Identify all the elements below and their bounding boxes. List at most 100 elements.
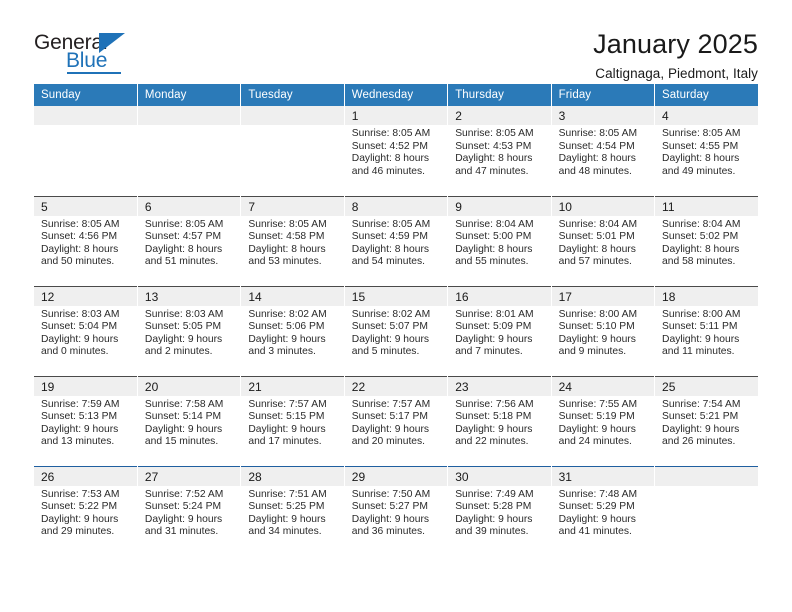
calendar-day-cell[interactable]: 19 Sunrise: 7:59 AM Sunset: 5:13 PM Dayligh…: [34, 375, 138, 466]
sunset-text: Sunset: 5:25 PM: [248, 501, 325, 513]
calendar-day-cell[interactable]: 17 Sunrise: 8:00 AM Sunset: 5:10 PM Dayligh…: [551, 285, 656, 376]
sunset-text: Sunset: 5:04 PM: [41, 321, 118, 333]
calendar-day-cell[interactable]: 11 Sunrise: 8:04 AM Sunset: 5:02 PM Dayligh…: [654, 195, 758, 286]
calendar-day-cell[interactable]: 3 Sunrise: 8:05 AM Sunset: 4:54 PM Daylight…: [551, 106, 656, 196]
day-number: 1: [344, 106, 448, 125]
day-number: 31: [551, 466, 655, 486]
calendar-day-cell[interactable]: 25 Sunrise: 7:54 AM Sunset: 5:21 PM Dayligh…: [654, 375, 758, 466]
sunrise-text: Sunrise: 7:50 AM: [351, 488, 431, 500]
sunset-text: Sunset: 5:01 PM: [558, 231, 635, 243]
daylight-text-line2: and 53 minutes.: [248, 256, 322, 268]
daylight-text-line1: Daylight: 9 hours: [144, 513, 223, 525]
daylight-text-line2: and 13 minutes.: [41, 436, 115, 448]
calendar-day-cell[interactable]: 12 Sunrise: 8:03 AM Sunset: 5:04 PM Dayligh…: [34, 285, 138, 376]
daylight-text-line1: Daylight: 8 hours: [662, 243, 740, 255]
weekday-header-sunday: Sunday: [34, 84, 138, 106]
sunrise-text: Sunrise: 8:02 AM: [351, 308, 431, 320]
calendar-day-cell[interactable]: 20 Sunrise: 7:58 AM Sunset: 5:14 PM Dayligh…: [137, 375, 242, 466]
day-details: Sunrise: 8:05 AM Sunset: 4:53 PM Daylight:…: [448, 125, 550, 178]
sunrise-text: Sunrise: 7:51 AM: [248, 488, 327, 500]
calendar-day-cell[interactable]: 9 Sunrise: 8:04 AM Sunset: 5:00 PM Daylight…: [447, 195, 552, 286]
daylight-text-line1: Daylight: 9 hours: [662, 423, 740, 435]
calendar-day-cell[interactable]: 30 Sunrise: 7:49 AM Sunset: 5:28 PM Dayligh…: [447, 465, 552, 556]
calendar-day-cell[interactable]: 22 Sunrise: 7:57 AM Sunset: 5:17 PM Dayligh…: [344, 375, 449, 466]
calendar-page: General Blue January 2025 Caltignaga, Pi…: [0, 0, 792, 612]
sunset-text: Sunset: 5:07 PM: [351, 321, 428, 333]
calendar-day-cell[interactable]: 29 Sunrise: 7:50 AM Sunset: 5:27 PM Dayligh…: [344, 465, 449, 556]
calendar-day-cell-empty: [34, 106, 138, 196]
calendar-day-cell[interactable]: 21 Sunrise: 7:57 AM Sunset: 5:15 PM Dayligh…: [240, 375, 345, 466]
daylight-text-line1: Daylight: 8 hours: [455, 243, 533, 255]
sunrise-text: Sunrise: 8:05 AM: [351, 128, 431, 139]
day-details: Sunrise: 8:00 AM Sunset: 5:10 PM Daylight:…: [552, 306, 654, 359]
daylight-text-line1: Daylight: 9 hours: [248, 333, 326, 345]
day-number: 27: [137, 466, 241, 486]
sunrise-text: Sunrise: 7:54 AM: [662, 398, 741, 410]
daylight-text-line2: and 39 minutes.: [455, 526, 529, 538]
sunset-text: Sunset: 5:22 PM: [41, 501, 118, 513]
calendar-day-cell[interactable]: 7 Sunrise: 8:05 AM Sunset: 4:58 PM Daylight…: [240, 195, 345, 286]
daylight-text-line2: and 31 minutes.: [144, 526, 219, 538]
daylight-text-line2: and 57 minutes.: [558, 256, 632, 268]
daylight-text-line2: and 24 minutes.: [558, 436, 632, 448]
calendar-day-cell[interactable]: 6 Sunrise: 8:05 AM Sunset: 4:57 PM Daylight…: [137, 195, 242, 286]
day-details: Sunrise: 7:51 AM Sunset: 5:25 PM Daylight:…: [241, 486, 343, 539]
daylight-text-line2: and 55 minutes.: [455, 256, 529, 268]
daylight-text-line1: Daylight: 9 hours: [558, 333, 636, 345]
day-number: 23: [448, 376, 551, 396]
daylight-text-line2: and 2 minutes.: [144, 346, 213, 358]
calendar-day-cell[interactable]: 8 Sunrise: 8:05 AM Sunset: 4:59 PM Daylight…: [344, 195, 449, 286]
calendar-day-cell[interactable]: 16 Sunrise: 8:01 AM Sunset: 5:09 PM Dayligh…: [447, 285, 552, 376]
day-details: Sunrise: 7:52 AM Sunset: 5:24 PM Daylight:…: [138, 486, 240, 539]
calendar-day-cell[interactable]: 14 Sunrise: 8:02 AM Sunset: 5:06 PM Dayligh…: [240, 285, 345, 376]
sunrise-text: Sunrise: 8:04 AM: [455, 218, 534, 230]
sunset-text: Sunset: 5:17 PM: [351, 411, 428, 423]
day-number: 14: [241, 286, 344, 306]
calendar-day-cell[interactable]: 4 Sunrise: 8:05 AM Sunset: 4:55 PM Daylight…: [654, 106, 758, 196]
calendar-day-cell[interactable]: 23 Sunrise: 7:56 AM Sunset: 5:18 PM Dayligh…: [447, 375, 552, 466]
day-details: [655, 486, 758, 489]
daylight-text-line1: Daylight: 8 hours: [662, 153, 740, 165]
sunset-text: Sunset: 5:18 PM: [455, 411, 532, 423]
calendar-day-cell[interactable]: 2 Sunrise: 8:05 AM Sunset: 4:53 PM Daylight…: [447, 106, 552, 196]
daylight-text-line1: Daylight: 9 hours: [144, 423, 223, 435]
sunset-text: Sunset: 5:05 PM: [144, 321, 222, 333]
day-details: Sunrise: 8:05 AM Sunset: 4:56 PM Daylight:…: [34, 216, 137, 269]
daylight-text-line1: Daylight: 9 hours: [351, 423, 430, 435]
sunset-text: Sunset: 5:11 PM: [662, 321, 738, 333]
day-details: [138, 125, 240, 128]
day-number: 29: [344, 466, 448, 486]
day-number: 3: [551, 106, 655, 125]
calendar-day-cell[interactable]: 26 Sunrise: 7:53 AM Sunset: 5:22 PM Dayligh…: [34, 465, 138, 556]
sunrise-text: Sunrise: 8:05 AM: [41, 218, 120, 230]
calendar-day-cell[interactable]: 13 Sunrise: 8:03 AM Sunset: 5:05 PM Dayligh…: [137, 285, 242, 376]
daylight-text-line1: Daylight: 9 hours: [248, 513, 326, 525]
calendar-day-cell[interactable]: 1 Sunrise: 8:05 AM Sunset: 4:52 PM Daylight…: [344, 106, 449, 196]
daylight-text-line2: and 15 minutes.: [144, 436, 219, 448]
sunrise-text: Sunrise: 8:03 AM: [144, 308, 224, 320]
sunset-text: Sunset: 4:54 PM: [558, 140, 635, 152]
calendar-day-cell[interactable]: 10 Sunrise: 8:04 AM Sunset: 5:01 PM Dayligh…: [551, 195, 656, 286]
calendar-week-row: 12 Sunrise: 8:03 AM Sunset: 5:04 PM Dayligh…: [34, 285, 758, 376]
day-details: Sunrise: 7:55 AM Sunset: 5:19 PM Daylight:…: [552, 396, 654, 449]
calendar-day-cell[interactable]: 15 Sunrise: 8:02 AM Sunset: 5:07 PM Dayligh…: [344, 285, 449, 376]
sunset-text: Sunset: 5:09 PM: [455, 321, 532, 333]
calendar-day-cell[interactable]: 28 Sunrise: 7:51 AM Sunset: 5:25 PM Dayligh…: [240, 465, 345, 556]
sunset-text: Sunset: 4:58 PM: [248, 231, 325, 243]
sunset-text: Sunset: 5:10 PM: [558, 321, 635, 333]
daylight-text-line1: Daylight: 8 hours: [351, 153, 430, 165]
calendar-day-cell[interactable]: 27 Sunrise: 7:52 AM Sunset: 5:24 PM Dayligh…: [137, 465, 242, 556]
daylight-text-line1: Daylight: 8 hours: [455, 153, 533, 165]
day-details: Sunrise: 8:05 AM Sunset: 4:57 PM Daylight:…: [138, 216, 240, 269]
sunrise-text: Sunrise: 7:59 AM: [41, 398, 120, 410]
daylight-text-line2: and 46 minutes.: [351, 165, 426, 177]
sunset-text: Sunset: 5:21 PM: [662, 411, 739, 423]
calendar-day-cell[interactable]: 31 Sunrise: 7:48 AM Sunset: 5:29 PM Dayligh…: [551, 465, 656, 556]
calendar-day-cell[interactable]: 24 Sunrise: 7:55 AM Sunset: 5:19 PM Dayligh…: [551, 375, 656, 466]
daylight-text-line1: Daylight: 9 hours: [248, 423, 326, 435]
daylight-text-line1: Daylight: 8 hours: [248, 243, 326, 255]
calendar-day-cell[interactable]: 5 Sunrise: 8:05 AM Sunset: 4:56 PM Daylight…: [34, 195, 138, 286]
daylight-text-line1: Daylight: 9 hours: [144, 333, 223, 345]
sunset-text: Sunset: 5:28 PM: [455, 501, 532, 513]
calendar-day-cell[interactable]: 18 Sunrise: 8:00 AM Sunset: 5:11 PM Dayligh…: [654, 285, 758, 376]
